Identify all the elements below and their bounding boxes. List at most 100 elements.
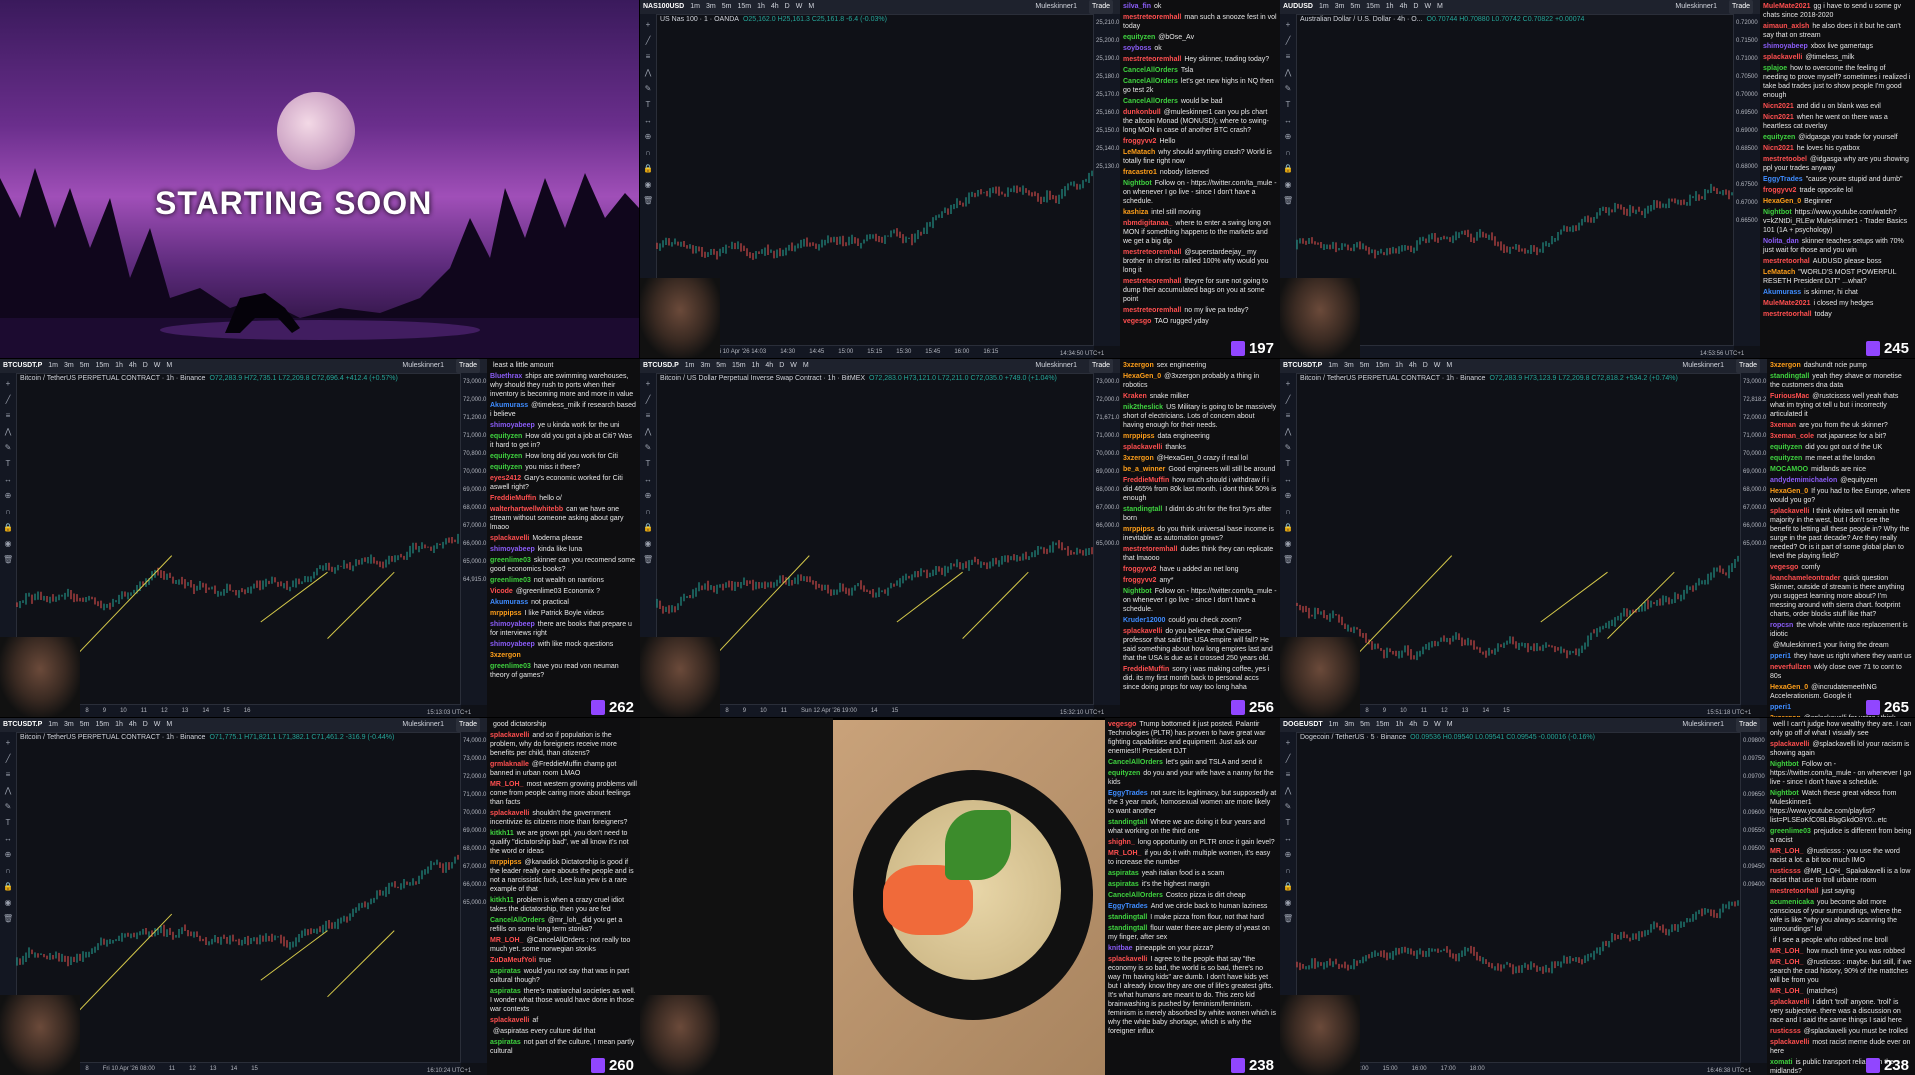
timeframe-1h[interactable]: 1h	[115, 721, 123, 728]
user-label[interactable]: Muleskinner1	[402, 718, 444, 732]
chat-username[interactable]: greenlime03	[490, 663, 531, 670]
trend-line[interactable]	[327, 571, 395, 639]
chat-username[interactable]: MR_LOH_	[1770, 848, 1803, 855]
chat-username[interactable]: 3xzergon	[1770, 362, 1801, 369]
chat-username[interactable]: kitkh11	[490, 830, 514, 837]
eye-icon[interactable]: ◉	[3, 539, 13, 549]
fib-icon[interactable]: ≡	[1283, 411, 1293, 421]
timeframe-1m[interactable]: 1m	[1319, 3, 1329, 10]
chat-username[interactable]: knitbae	[1108, 945, 1133, 952]
chat-username[interactable]: splackavelli	[490, 535, 529, 542]
brush-icon[interactable]: ✎	[1283, 84, 1293, 94]
text-icon[interactable]: T	[643, 100, 653, 110]
chat-username[interactable]: froggyvv2	[1123, 138, 1156, 145]
chat-username[interactable]: splackavelli	[1763, 54, 1802, 61]
timeframe-1m[interactable]: 1m	[48, 721, 58, 728]
timeframe-15m[interactable]: 15m	[95, 362, 109, 369]
chat-username[interactable]: kashiza	[1123, 209, 1148, 216]
timeframe-1h[interactable]: 1h	[1386, 3, 1394, 10]
zoom-icon[interactable]: ⊕	[1283, 491, 1293, 501]
chat-username[interactable]: Nightbot	[1123, 588, 1152, 595]
measure-icon[interactable]: ↔	[1283, 834, 1293, 844]
chat-username[interactable]: be_a_winner	[1123, 466, 1165, 473]
chat-username[interactable]: HexaGen_0	[1763, 198, 1801, 205]
chat-username[interactable]: FreddieMuffin	[1123, 477, 1169, 484]
chat-username[interactable]: Kruder12000	[1123, 617, 1165, 624]
trash-icon[interactable]: 🗑	[1283, 196, 1293, 206]
trend-line-icon[interactable]: ╱	[1283, 754, 1293, 764]
chat-username[interactable]: mestreteoremhall	[1123, 307, 1181, 314]
magnet-icon[interactable]: ∩	[1283, 507, 1293, 517]
chat-username[interactable]: splackavelli	[1123, 628, 1162, 635]
chat-username[interactable]: shighn_	[1108, 839, 1135, 846]
magnet-icon[interactable]: ∩	[1283, 148, 1293, 158]
timeframe-4h[interactable]: 4h	[1409, 721, 1417, 728]
chat-username[interactable]: greenlime03	[490, 557, 531, 564]
timeframe-W[interactable]: W	[1434, 362, 1441, 369]
chat-username[interactable]: nbmdigitanaa_	[1123, 220, 1172, 227]
text-icon[interactable]: T	[1283, 100, 1293, 110]
timeframe-D[interactable]: D	[779, 362, 784, 369]
timeframe-5m[interactable]: 5m	[1360, 362, 1370, 369]
timeframe-3m[interactable]: 3m	[1335, 3, 1345, 10]
chat-username[interactable]: equityzen	[490, 464, 522, 471]
chat-username[interactable]: vegesgo	[1770, 564, 1798, 571]
symbol-label[interactable]: BTCUSDT.P	[3, 362, 42, 369]
chat-username[interactable]: ZuDaMeufYoli	[490, 957, 536, 964]
chat-username[interactable]: rusticsss	[1770, 1028, 1801, 1035]
chat-username[interactable]: eyes2412	[490, 475, 521, 482]
zoom-icon[interactable]: ⊕	[643, 491, 653, 501]
chat-username[interactable]: CancelAllOrders	[1123, 78, 1178, 85]
chat-username[interactable]: 3xzergon	[490, 652, 521, 659]
timeframe-1m[interactable]: 1m	[48, 362, 58, 369]
user-label[interactable]: Muleskinner1	[1035, 359, 1077, 373]
eye-icon[interactable]: ◉	[1283, 180, 1293, 190]
chat-username[interactable]: 3xzergon	[1770, 715, 1801, 717]
chat-username[interactable]: mestretoorhal	[1763, 258, 1810, 265]
measure-icon[interactable]: ↔	[3, 475, 13, 485]
magnet-icon[interactable]: ∩	[3, 507, 13, 517]
chat-username[interactable]: CancelAllOrders	[1123, 98, 1178, 105]
chat-username[interactable]: MR_LOH_	[490, 781, 523, 788]
crosshair-icon[interactable]: +	[1283, 379, 1293, 389]
chat-username[interactable]: mestretoorhall	[1763, 311, 1812, 318]
trade-button[interactable]: Trade	[1088, 0, 1113, 14]
timeframe-M[interactable]: M	[808, 3, 814, 10]
chat-username[interactable]: MuleMate2021	[1763, 3, 1810, 10]
trash-icon[interactable]: 🗑	[643, 196, 653, 206]
chat-username[interactable]: splackavelli	[1770, 508, 1809, 515]
text-icon[interactable]: T	[643, 459, 653, 469]
chat-username[interactable]: standingtall	[1108, 914, 1147, 921]
magnet-icon[interactable]: ∩	[1283, 866, 1293, 876]
timeframe-W[interactable]: W	[790, 362, 797, 369]
chat-username[interactable]: MR_LOH_	[1108, 850, 1141, 857]
text-icon[interactable]: T	[1283, 818, 1293, 828]
chat-username[interactable]: shimoyabeep	[1763, 43, 1808, 50]
fib-icon[interactable]: ≡	[643, 52, 653, 62]
chat-username[interactable]: equityzen	[1770, 444, 1802, 451]
chat-username[interactable]: splackavelli	[1770, 999, 1809, 1006]
timeframe-15m[interactable]: 15m	[95, 721, 109, 728]
timeframe-W[interactable]: W	[796, 3, 803, 10]
timeframe-W[interactable]: W	[1434, 721, 1441, 728]
measure-icon[interactable]: ↔	[643, 475, 653, 485]
timeframe-15m[interactable]: 15m	[1366, 3, 1380, 10]
lock-icon[interactable]: 🔒	[643, 523, 653, 533]
chat-username[interactable]: dunkonbull	[1123, 109, 1161, 116]
timeframe-M[interactable]: M	[1437, 3, 1443, 10]
chat-username[interactable]: Nicn2021	[1763, 114, 1794, 121]
chat-username[interactable]: ropcsn	[1770, 622, 1793, 629]
brush-icon[interactable]: ✎	[1283, 443, 1293, 453]
chat-username[interactable]: FuriousMac	[1770, 393, 1809, 400]
trend-line-icon[interactable]: ╱	[1283, 395, 1293, 405]
brush-icon[interactable]: ✎	[3, 802, 13, 812]
timeframe-D[interactable]: D	[1423, 362, 1428, 369]
timeframe-D[interactable]: D	[1423, 721, 1428, 728]
trend-line[interactable]	[962, 571, 1029, 639]
crosshair-icon[interactable]: +	[643, 20, 653, 30]
chat-username[interactable]: equityzen	[1108, 770, 1140, 777]
timeframe-D[interactable]: D	[143, 721, 148, 728]
chat-username[interactable]: HexaGen_0	[1770, 684, 1808, 691]
timeframe-M[interactable]: M	[166, 362, 172, 369]
chat-username[interactable]: silva_fin	[1123, 3, 1151, 10]
